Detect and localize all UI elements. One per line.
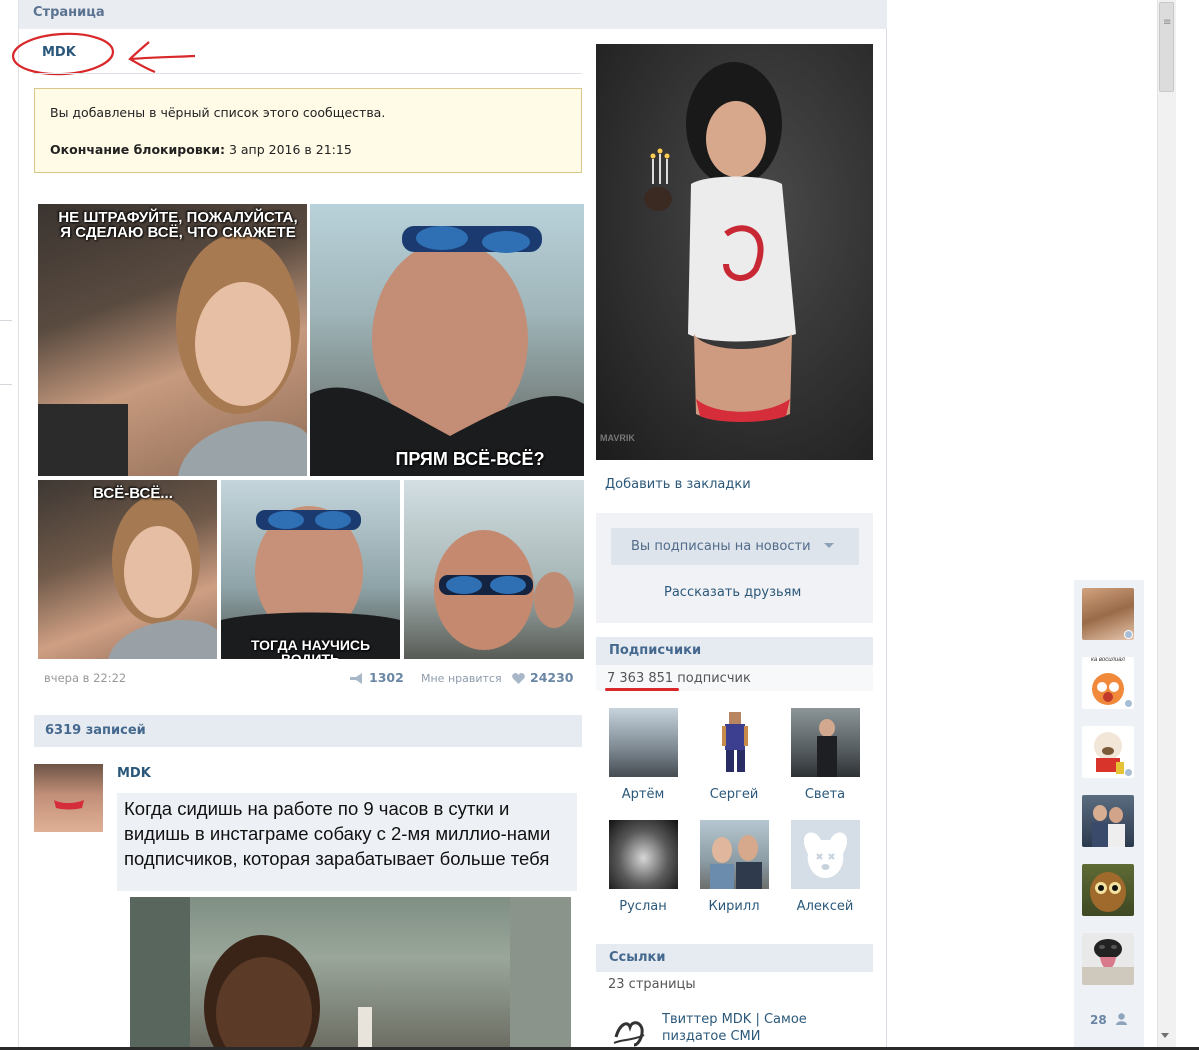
likes-label[interactable]: Мне нравится [421,672,502,685]
grip-icon: ≡ [1163,17,1172,28]
photo-caption: ПРЯМ ВСЁ-ВСЁ? [395,449,545,469]
member-name: Сергей [709,787,759,802]
post-photo-3[interactable]: ВСЁ-ВСЁ... [38,480,217,659]
subscribers-header[interactable]: Подписчики [596,637,873,665]
blacklist-message: Вы добавлены в чёрный список этого сообщ… [50,105,386,120]
member-name: Света [804,787,846,802]
left-gutter [0,0,19,1050]
subscribed-button[interactable]: Вы подписаны на новости [611,528,859,565]
mdk-logo-icon[interactable] [610,1015,650,1050]
heart-icon[interactable] [512,673,525,684]
block-end-label: Окончание блокировки: [50,142,225,157]
block-end: Окончание блокировки: 3 апр 2016 в 21:15 [50,142,352,157]
page-header-title: Страница [33,5,105,20]
wall-header[interactable]: 6319 записей [34,715,582,747]
avatar [608,708,678,777]
member-name: Алексей [796,899,854,914]
link-title[interactable]: Твиттер MDK | Самое пиздатое СМИ [662,1011,862,1045]
photo-caption: ТОГДА НАУЧИСЬ ВОДИТЬ [250,637,371,659]
friends-count[interactable]: 28 [1090,1013,1107,1027]
avatar [790,708,860,777]
avatar [790,820,860,889]
scrollbar-thumb[interactable] [1159,2,1174,92]
online-indicator [1124,699,1133,708]
member-name: Руслан [619,899,667,914]
dog-placeholder-icon [803,832,847,878]
meme-caption: ка восилиал [1091,657,1125,663]
post-text: Когда сидишь на работе по 9 часов в сутк… [124,798,551,869]
friend-avatar[interactable] [1082,795,1134,847]
subscribed-button-label: Вы подписаны на новости [631,539,811,554]
repost-count[interactable]: 1302 [369,670,404,685]
friend-avatar[interactable] [1082,864,1134,916]
member-aleksey[interactable]: Алексей [790,820,860,914]
member-name: Артём [621,787,665,802]
links-header[interactable]: Ссылки [596,944,873,972]
gutter-divider [0,384,12,385]
post-photo-2[interactable]: ПРЯМ ВСЁ-ВСЁ? [310,204,584,476]
online-indicator [1124,768,1133,777]
post-image[interactable] [130,897,571,1050]
friend-avatar[interactable]: ка восилиал [1082,657,1134,709]
annotation-underline [605,688,679,691]
online-indicator [1124,630,1133,639]
user-icon[interactable] [1116,1013,1127,1025]
avatar [608,820,678,889]
member-kirill[interactable]: Кирилл [699,820,769,914]
blacklist-notice: Вы добавлены в чёрный список этого сообщ… [34,88,582,173]
friend-avatar[interactable] [1082,933,1134,985]
wall-post-count: 6319 записей [45,723,146,738]
avatar [699,708,769,777]
post-photo-1[interactable]: НЕ ШТРАФУЙТЕ, ПОЖАЛУЙСТА, Я СДЕЛАЮ ВСЁ, … [38,204,307,476]
scrollbar[interactable] [1157,0,1176,1050]
post-photo-4[interactable]: ТОГДА НАУЧИСЬ ВОДИТЬ [221,480,400,659]
member-sergey[interactable]: Сергей [699,708,769,802]
avatar[interactable] [34,764,103,832]
scroll-down-arrow-icon[interactable] [1161,1033,1169,1038]
post-time[interactable]: вчера в 22:22 [44,671,126,685]
post-author[interactable]: MDK [117,766,151,781]
add-bookmark-link[interactable]: Добавить в закладки [605,477,751,492]
subscribers-title: Подписчики [609,643,702,658]
links-title: Ссылки [609,950,666,965]
friend-avatar[interactable] [1082,588,1134,640]
photo-caption: НЕ ШТРАФУЙТЕ, ПОЖАЛУЙСТА, Я СДЕЛАЮ ВСЁ, … [58,209,298,241]
chevron-down-icon [824,543,834,548]
megaphone-icon[interactable] [349,673,363,684]
member-sveta[interactable]: Света [790,708,860,802]
friend-avatar[interactable] [1082,726,1134,778]
photo-caption: ВСЁ-ВСЁ... [93,485,173,502]
post-text-box: Когда сидишь на работе по 9 часов в сутк… [117,793,577,891]
member-name: Кирилл [708,899,760,914]
avatar [699,820,769,889]
tell-friends-link[interactable]: Рассказать друзьям [664,585,801,600]
divider [33,73,582,74]
page-header: Страница [19,0,887,29]
like-count[interactable]: 24230 [530,670,574,685]
group-cover-photo[interactable]: MAVRIK [596,44,873,460]
subscribers-count[interactable]: 7 363 851 подписчик [607,671,751,686]
post-photo-5[interactable] [404,480,584,659]
block-end-value: 3 апр 2016 в 21:15 [228,142,352,157]
gutter-divider [0,320,12,321]
links-count[interactable]: 23 страницы [608,977,696,992]
member-artyom[interactable]: Артём [608,708,678,802]
cover-watermark: MAVRIK [600,433,635,443]
member-ruslan[interactable]: Руслан [608,820,678,914]
